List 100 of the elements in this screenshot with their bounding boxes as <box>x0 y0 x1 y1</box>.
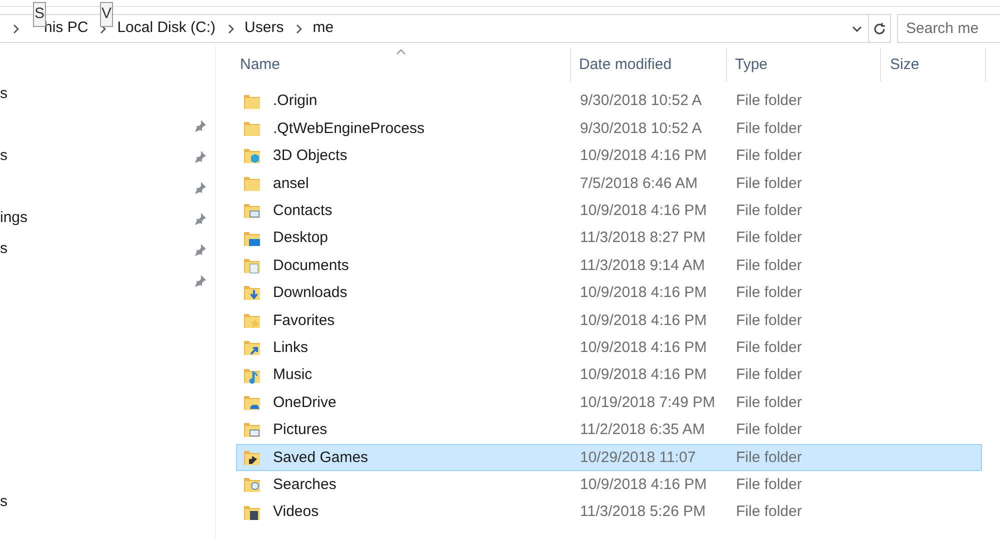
file-name: OneDrive <box>273 392 336 413</box>
file-name: Favorites <box>273 310 335 331</box>
pin-icon[interactable] <box>193 180 207 194</box>
date-cell-text: 11/3/2018 9:14 AM <box>579 256 706 276</box>
date-cell-text: 10/9/2018 4:16 PM <box>579 146 708 166</box>
date-cell-text: 10/9/2018 4:16 PM <box>579 365 708 386</box>
column-header[interactable]: Name <box>236 48 571 82</box>
type-cell-text: File folder <box>735 256 803 276</box>
sidebar-item[interactable]: s <box>0 141 215 172</box>
file-row[interactable]: Contacts 10/9/2018 4:16 PM File folder <box>236 198 982 225</box>
folder-picture-icon <box>243 421 261 440</box>
folder-cube-icon <box>243 147 261 166</box>
sidebar-item[interactable]: s <box>0 234 215 265</box>
sidebar-label: s <box>0 146 8 166</box>
date-cell-text: 10/19/2018 7:49 PM <box>579 392 716 413</box>
folder-document-icon <box>243 257 261 276</box>
file-row[interactable]: .Origin 9/30/2018 10:52 A File folder <box>236 88 982 116</box>
type-cell-text: File folder <box>735 91 803 112</box>
file-name: .Origin <box>273 91 318 112</box>
date-cell-text: 9/30/2018 10:52 A <box>579 91 703 112</box>
folder-cloud-icon <box>243 394 261 412</box>
folder-download-icon <box>243 284 261 302</box>
key-tip: S <box>33 2 46 27</box>
file-name: Music <box>273 365 312 386</box>
date-cell-text: 10/9/2018 4:16 PM <box>579 474 708 495</box>
pin-icon[interactable] <box>193 150 207 164</box>
file-row[interactable]: Pictures 11/2/2018 6:35 AM File folder <box>236 416 982 444</box>
type-cell-text: File folder <box>735 283 803 304</box>
breadcrumb-item[interactable]: me <box>312 17 334 40</box>
file-name: Downloads <box>273 283 348 304</box>
date-cell-text: 7/5/2018 6:46 AM <box>579 174 699 194</box>
date-cell-text: 9/30/2018 10:52 A <box>579 118 703 139</box>
sidebar-label[interactable]: s <box>0 490 215 513</box>
pin-icon[interactable] <box>193 274 207 288</box>
file-name: Desktop <box>273 228 328 248</box>
file-name: Pictures <box>273 420 328 440</box>
file-name: 3D Objects <box>273 146 348 166</box>
folder-game-icon <box>243 448 261 467</box>
pin-icon[interactable] <box>193 118 207 132</box>
file-name: .QtWebEngineProcess <box>273 118 424 139</box>
breadcrumb-item[interactable]: Local Disk (C:) <box>117 17 216 40</box>
type-cell-text: File folder <box>735 338 803 358</box>
type-cell-text: File folder <box>735 118 803 139</box>
pin-icon[interactable] <box>193 242 207 256</box>
type-cell-text: File folder <box>735 448 803 468</box>
folder-icon <box>243 92 261 111</box>
folder-desktop-icon <box>243 230 261 248</box>
folder-video-icon <box>243 504 261 522</box>
refresh-icon[interactable] <box>872 22 886 36</box>
type-cell-text: File folder <box>735 228 803 248</box>
date-cell-text: 11/3/2018 5:26 PM <box>579 502 707 522</box>
date-cell-text: 10/9/2018 4:16 PM <box>579 201 708 221</box>
chevron-right-icon[interactable] <box>12 24 20 34</box>
file-name: Searches <box>273 474 336 495</box>
sidebar-label: ings <box>0 208 28 228</box>
file-row[interactable]: Music 10/9/2018 4:16 PM File folder <box>236 362 982 390</box>
type-cell-text: File folder <box>735 174 803 194</box>
dropdown-icon[interactable] <box>852 24 862 32</box>
file-row[interactable]: ansel 7/5/2018 6:46 AM File folder <box>236 170 982 198</box>
file-row[interactable]: Documents 11/3/2018 9:14 AM File folder <box>236 252 982 280</box>
folder-contact-icon <box>243 202 261 220</box>
column-header[interactable]: Type <box>727 48 881 82</box>
column-header[interactable]: Size <box>881 48 986 82</box>
file-row[interactable]: Favorites 10/9/2018 4:16 PM File folder <box>236 307 982 335</box>
file-row[interactable]: .QtWebEngineProcess 9/30/2018 10:52 A File folder <box>236 115 982 143</box>
sidebar-label: s <box>0 84 8 104</box>
file-row[interactable]: Saved Games 10/29/2018 11:07 File folder <box>236 444 982 472</box>
file-name: Videos <box>273 502 319 522</box>
pin-icon[interactable] <box>193 212 207 226</box>
folder-star-icon <box>243 312 261 330</box>
file-row[interactable]: Searches 10/9/2018 4:16 PM File folder <box>236 471 982 499</box>
type-cell-text: File folder <box>735 146 803 166</box>
sidebar-item[interactable]: s <box>0 79 215 110</box>
file-row[interactable]: Videos 11/3/2018 5:26 PM File folder <box>236 498 982 526</box>
file-name: Documents <box>273 256 349 276</box>
type-cell-text: File folder <box>735 310 803 331</box>
file-name: Contacts <box>273 201 332 221</box>
file-row[interactable]: Links 10/9/2018 4:16 PM File folder <box>236 334 982 362</box>
folder-search-icon <box>243 476 261 494</box>
breadcrumb-item[interactable]: Users <box>244 17 284 40</box>
sidebar-label: s <box>0 239 8 260</box>
file-row[interactable]: OneDrive 10/19/2018 7:49 PM File folder <box>236 389 982 417</box>
type-cell-text: File folder <box>735 474 803 495</box>
file-row[interactable]: Downloads 10/9/2018 4:16 PM File folder <box>236 280 982 308</box>
chevron-right-icon[interactable] <box>226 24 235 34</box>
search-field[interactable]: Search me <box>897 14 1000 43</box>
type-cell-text: File folder <box>735 420 803 440</box>
file-name: ansel <box>273 174 309 194</box>
date-cell-text: 10/9/2018 4:16 PM <box>579 283 708 304</box>
date-cell-text: 11/3/2018 8:27 PM <box>579 228 707 248</box>
date-cell-text: 10/9/2018 4:16 PM <box>579 338 708 358</box>
folder-icon <box>243 174 261 193</box>
date-cell-text: 11/2/2018 6:35 AM <box>579 420 706 440</box>
sidebar-item[interactable]: ings <box>0 203 215 234</box>
date-cell-text: 10/29/2018 11:07 <box>579 448 697 468</box>
type-cell-text: File folder <box>735 201 803 221</box>
column-header[interactable]: Date modified <box>571 48 727 82</box>
chevron-right-icon[interactable] <box>294 24 303 34</box>
file-row[interactable]: Desktop 11/3/2018 8:27 PM File folder <box>236 224 982 252</box>
file-row[interactable]: 3D Objects 10/9/2018 4:16 PM File folder <box>236 142 982 170</box>
